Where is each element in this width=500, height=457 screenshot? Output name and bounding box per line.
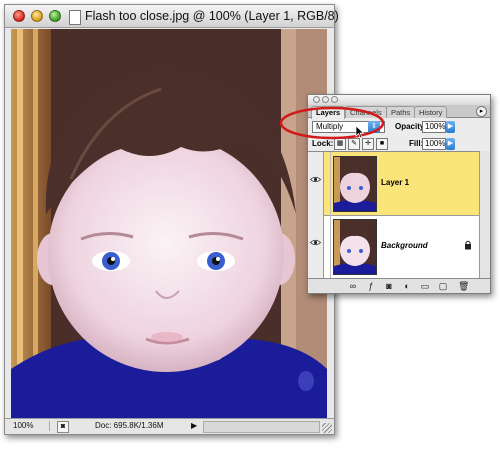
layer-row[interactable]: Background <box>308 215 480 279</box>
link-layers-icon[interactable]: ∞ <box>348 281 358 291</box>
horizontal-scrollbar[interactable] <box>203 421 320 433</box>
palette-minimize-icon[interactable] <box>322 96 329 103</box>
document-status-bar: 100% ◙ Doc: 695.8K/1.36M ▶ <box>5 418 334 434</box>
eye-icon <box>310 239 321 246</box>
fill-input[interactable]: 100% <box>422 138 446 150</box>
layer-link-cell[interactable] <box>323 215 331 278</box>
status-menu-button[interactable]: ◙ <box>57 421 69 433</box>
eye-icon <box>310 176 321 183</box>
cursor-icon <box>355 125 365 139</box>
layer-thumbnail <box>333 156 377 212</box>
resize-grip[interactable] <box>322 423 332 433</box>
status-arrow-icon[interactable]: ▶ <box>191 421 197 430</box>
opacity-slider-icon[interactable]: ▶ <box>446 121 455 133</box>
layer-mask-icon[interactable]: ◙ <box>384 281 394 291</box>
trash-icon[interactable]: 🗑 <box>458 281 469 291</box>
layer-name[interactable]: Layer 1 <box>381 178 409 187</box>
layer-link-cell[interactable] <box>323 152 331 215</box>
document-window: Flash too close.jpg @ 100% (Layer 1, RGB… <box>4 4 339 435</box>
palette-footer: ∞ ƒ ◙ ◐ ▭ ▢ 🗑 <box>308 278 490 293</box>
opacity-input[interactable]: 100% <box>422 121 446 133</box>
document-title: Flash too close.jpg @ 100% (Layer 1, RGB… <box>85 9 339 23</box>
layer-name[interactable]: Background <box>381 241 428 250</box>
document-size-info: Doc: 695.8K/1.36M <box>95 421 164 430</box>
palette-menu-icon[interactable]: ▸ <box>476 106 487 117</box>
document-titlebar[interactable]: Flash too close.jpg @ 100% (Layer 1, RGB… <box>5 5 339 28</box>
close-icon[interactable] <box>13 10 25 22</box>
palette-close-icon[interactable] <box>313 96 320 103</box>
new-layer-icon[interactable]: ▢ <box>438 281 448 291</box>
new-group-icon[interactable]: ▭ <box>420 281 430 291</box>
document-icon <box>69 10 81 25</box>
fill-slider-icon[interactable]: ▶ <box>446 138 455 150</box>
layers-list: Layer 1 Background <box>308 151 480 279</box>
tab-history[interactable]: History <box>414 106 448 118</box>
photo-canvas[interactable] <box>11 29 327 418</box>
layers-scrollbar[interactable] <box>479 151 490 278</box>
adjustment-layer-icon[interactable]: ◐ <box>402 281 412 291</box>
visibility-toggle[interactable] <box>308 215 324 278</box>
palette-zoom-icon[interactable] <box>331 96 338 103</box>
tab-paths[interactable]: Paths <box>386 106 416 118</box>
annotation-circle <box>279 106 385 140</box>
layer-style-icon[interactable]: ƒ <box>366 281 376 291</box>
visibility-toggle[interactable] <box>308 152 324 215</box>
zoom-field[interactable]: 100% <box>13 421 50 431</box>
minimize-icon[interactable] <box>31 10 43 22</box>
lock-icon <box>465 240 471 250</box>
layer-row[interactable]: Layer 1 <box>308 152 480 216</box>
layer-thumbnail <box>333 219 377 275</box>
zoom-icon[interactable] <box>49 10 61 22</box>
